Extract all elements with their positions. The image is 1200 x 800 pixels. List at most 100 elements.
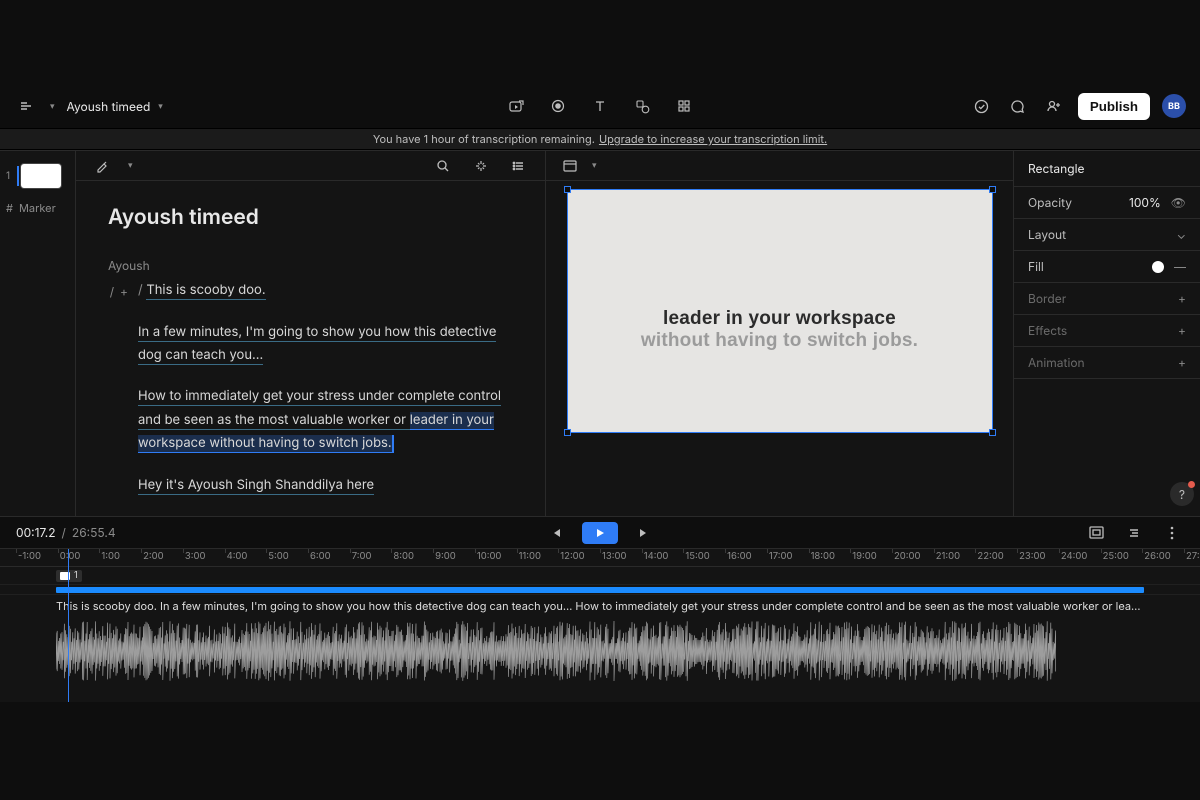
timeline-range-row[interactable] — [0, 585, 1200, 595]
list-icon[interactable] — [507, 154, 531, 178]
more-icon[interactable] — [1160, 521, 1184, 545]
add-marker[interactable]: # Marker — [0, 193, 75, 223]
resize-handle-tl[interactable] — [564, 186, 571, 193]
ruler-tick[interactable]: 2:00 — [141, 549, 164, 567]
ruler-tick[interactable]: 27:00 — [1184, 549, 1200, 567]
add-border-icon[interactable]: + — [1178, 291, 1186, 306]
inspector-border-row[interactable]: Border + — [1014, 283, 1200, 315]
resize-handle-bl[interactable] — [564, 429, 571, 436]
ruler-tick[interactable]: 15:00 — [683, 549, 709, 567]
upgrade-link[interactable]: Upgrade to increase your transcription l… — [599, 132, 827, 146]
add-media-icon[interactable] — [504, 94, 528, 118]
menu-icon[interactable] — [14, 94, 38, 118]
shapes-icon[interactable] — [630, 94, 654, 118]
ruler-tick[interactable]: 3:00 — [183, 549, 206, 567]
chevron-down-icon[interactable]: ⌄ — [1177, 227, 1186, 242]
ruler-tick[interactable]: 11:00 — [517, 549, 541, 567]
timeline-range-bar[interactable] — [56, 587, 1144, 593]
menu-chevron-icon[interactable]: ▾ — [50, 101, 55, 112]
ruler-tick[interactable]: 16:00 — [725, 549, 751, 567]
remove-fill-icon[interactable]: — — [1174, 259, 1186, 274]
ruler-tick[interactable]: 20:00 — [892, 549, 921, 567]
ruler-tick[interactable]: 24:00 — [1059, 549, 1088, 567]
canvas-stage[interactable]: leader in your workspace without having … — [546, 181, 1013, 516]
ruler-tick[interactable]: 17:00 — [767, 549, 793, 567]
layout-chevron-icon[interactable]: ▾ — [592, 160, 597, 171]
fill-swatch[interactable] — [1152, 261, 1164, 273]
check-icon[interactable] — [970, 94, 994, 118]
speaker-label[interactable]: Ayoush — [108, 258, 513, 273]
ruler-tick-label: 12:00 — [558, 549, 584, 562]
ruler-tick[interactable]: 22:00 — [975, 549, 1003, 567]
inspector-effects-row[interactable]: Effects + — [1014, 315, 1200, 347]
comment-icon[interactable] — [1006, 94, 1030, 118]
play-button[interactable] — [582, 522, 618, 544]
ruler-tick[interactable]: 9:00 — [433, 549, 456, 567]
line-row[interactable]: /+ / This is scooby doo. — [108, 279, 513, 303]
skip-forward-icon[interactable] — [632, 521, 656, 545]
timeline-scene-row[interactable]: 1 — [0, 567, 1200, 585]
line-row[interactable]: Hey it's Ayoush Singh Shanddilya here — [108, 474, 513, 497]
ruler-tick[interactable]: 14:00 — [642, 549, 669, 567]
ruler-tick[interactable]: 12:00 — [558, 549, 584, 567]
add-animation-icon[interactable]: + — [1178, 355, 1186, 370]
avatar[interactable]: BB — [1162, 94, 1186, 118]
search-icon[interactable] — [431, 154, 455, 178]
resize-handle-br[interactable] — [989, 429, 996, 436]
scene-item-1[interactable]: 1 — [0, 159, 75, 193]
waveform[interactable] — [56, 615, 1056, 687]
ruler-tick-label: 25:00 — [1101, 549, 1129, 562]
project-name-dropdown[interactable]: Ayoush timeed ▾ — [67, 99, 163, 114]
timeline-audio-row[interactable]: This is scooby doo. In a few minutes, I'… — [0, 595, 1200, 695]
ruler-tick[interactable]: 23:00 — [1017, 549, 1045, 567]
skip-back-icon[interactable] — [544, 521, 568, 545]
ruler-tick[interactable]: -1:00 — [16, 549, 41, 567]
fit-icon[interactable] — [1084, 521, 1108, 545]
ruler-tick[interactable]: 0:00 — [58, 549, 81, 567]
ruler-tick[interactable]: 10:00 — [475, 549, 502, 567]
scene-thumbnail[interactable] — [20, 163, 62, 189]
help-button[interactable]: ? — [1170, 482, 1194, 506]
timeline-ruler[interactable]: -1:00 0:00 1:00 2:00 3:00 4:00 5:00 6:00 7:00 8:0… — [0, 549, 1200, 567]
inspector-layout-row[interactable]: Layout ⌄ — [1014, 219, 1200, 251]
opacity-value[interactable]: 100% — [1129, 195, 1161, 210]
invite-icon[interactable] — [1042, 94, 1066, 118]
timeline-settings-icon[interactable] — [1122, 521, 1146, 545]
line-row[interactable]: How to immediately get your stress under… — [108, 385, 513, 455]
text-icon[interactable] — [588, 94, 612, 118]
ruler-tick[interactable]: 6:00 — [308, 549, 331, 567]
ruler-tick[interactable]: 19:00 — [850, 549, 876, 567]
add-effect-icon[interactable]: + — [1178, 323, 1186, 338]
publish-button[interactable]: Publish — [1078, 93, 1150, 120]
ruler-tick[interactable]: 21:00 — [934, 549, 960, 567]
templates-icon[interactable] — [672, 94, 696, 118]
sparkle-icon[interactable] — [469, 154, 493, 178]
resize-handle-tr[interactable] — [989, 186, 996, 193]
record-icon[interactable] — [546, 94, 570, 118]
playhead[interactable] — [68, 549, 69, 702]
inspector-animation-row[interactable]: Animation + — [1014, 347, 1200, 379]
ruler-tick[interactable]: 5:00 — [266, 549, 289, 567]
ruler-tick[interactable]: 13:00 — [600, 549, 626, 567]
slash-icon[interactable]: / — [110, 281, 114, 303]
visibility-icon[interactable]: 👁 — [1171, 195, 1186, 210]
add-line-icon[interactable]: + — [120, 281, 128, 303]
layout-preset-icon[interactable] — [558, 154, 582, 178]
pen-tool-icon[interactable] — [90, 154, 114, 178]
inspector-opacity-row[interactable]: Opacity 100%👁 — [1014, 187, 1200, 219]
ruler-tick[interactable]: 1:00 — [99, 549, 120, 567]
inspector-fill-row[interactable]: Fill — — [1014, 251, 1200, 283]
script-line-1[interactable]: This is scooby doo. — [146, 282, 265, 300]
ruler-tick[interactable]: 8:00 — [391, 549, 414, 567]
ruler-tick[interactable]: 18:00 — [809, 549, 835, 567]
script-line-2[interactable]: In a few minutes, I'm going to show you … — [138, 324, 496, 365]
script-line-4[interactable]: Hey it's Ayoush Singh Shanddilya here — [138, 477, 374, 495]
line-row[interactable]: In a few minutes, I'm going to show you … — [108, 321, 513, 368]
timeline[interactable]: -1:00 0:00 1:00 2:00 3:00 4:00 5:00 6:00 7:00 8:0… — [0, 548, 1200, 702]
ruler-tick[interactable]: 4:00 — [225, 549, 248, 567]
selected-rectangle[interactable]: leader in your workspace without having … — [567, 189, 993, 433]
ruler-tick[interactable]: 26:00 — [1142, 549, 1170, 567]
ruler-tick[interactable]: 25:00 — [1101, 549, 1129, 567]
pen-chevron-icon[interactable]: ▾ — [128, 160, 133, 171]
ruler-tick[interactable]: 7:00 — [350, 549, 372, 567]
